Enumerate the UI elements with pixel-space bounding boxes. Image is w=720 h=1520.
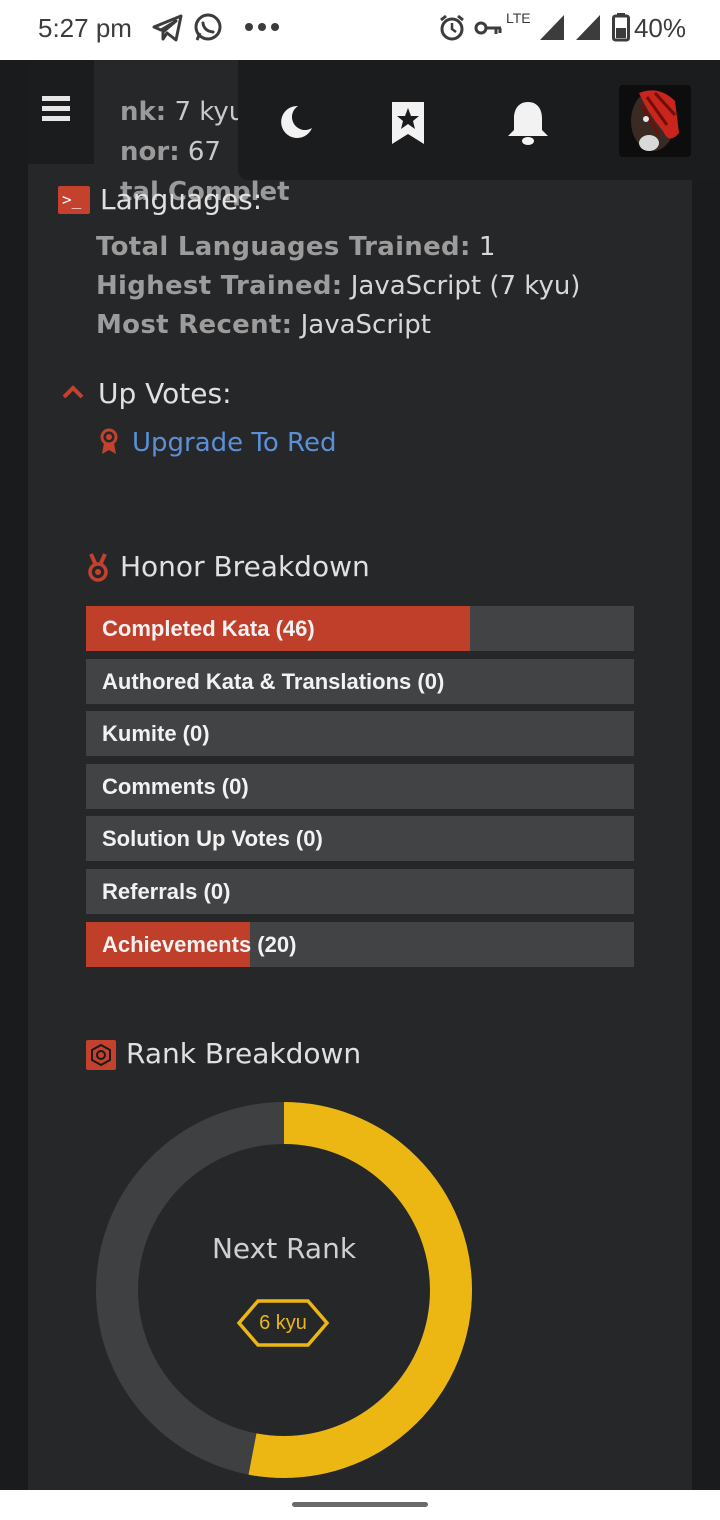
network-type: LTE xyxy=(506,10,531,26)
battery-percentage: 40% xyxy=(633,13,686,43)
honor-label: nor: xyxy=(120,137,180,167)
honor-bar: Comments (0) xyxy=(86,763,634,809)
total-languages-label: Total Languages Trained: xyxy=(96,232,471,262)
more-notifications-icon xyxy=(245,23,279,31)
status-bar: 5:27 pm LTE 40% xyxy=(0,0,720,60)
hexagon-icon xyxy=(86,1040,116,1070)
rank-progress-donut xyxy=(96,1102,472,1478)
gesture-bar xyxy=(0,1490,720,1520)
battery-icon xyxy=(612,13,630,42)
avatar-image xyxy=(619,85,691,157)
whatsapp-icon xyxy=(194,13,222,41)
chevron-up-icon xyxy=(62,385,84,399)
languages-heading: Languages: xyxy=(100,183,263,216)
rank-breakdown-heading: Rank Breakdown xyxy=(126,1037,362,1070)
honor-value: 67 xyxy=(187,137,221,167)
menu-icon xyxy=(42,96,70,126)
terminal-icon: >_ xyxy=(58,186,90,214)
honor-bar-label: Authored Kata & Translations (0) xyxy=(102,668,445,694)
ribbon-icon xyxy=(100,428,118,454)
honor-bar: Referrals (0) xyxy=(86,868,634,914)
medal-icon xyxy=(88,553,108,582)
honor-bars: Completed Kata (46) Authored Kata & Trans… xyxy=(86,606,634,974)
total-languages-value: 1 xyxy=(478,232,496,262)
upvotes-heading: Up Votes: xyxy=(98,377,232,410)
moon-icon[interactable] xyxy=(276,102,316,142)
honor-bar-label: Achievements (20) xyxy=(102,931,297,957)
honor-bar: Completed Kata (46) xyxy=(86,606,634,651)
bookmark-star-icon[interactable] xyxy=(390,100,426,146)
most-recent-value: JavaScript xyxy=(300,310,431,340)
honor-bar: Authored Kata & Translations (0) xyxy=(86,658,634,704)
honor-bar-label: Solution Up Votes (0) xyxy=(102,826,323,852)
vpn-key-icon xyxy=(474,21,502,35)
signal-icon-2 xyxy=(576,15,600,40)
highest-trained-row: Highest Trained: JavaScript (7 kyu) xyxy=(96,271,580,301)
telegram-icon xyxy=(152,14,183,42)
highest-trained-label: Highest Trained: xyxy=(96,271,343,301)
menu-button[interactable] xyxy=(28,60,94,164)
honor-bar-label: Comments (0) xyxy=(102,773,249,799)
highest-trained-value: JavaScript (7 kyu) xyxy=(350,271,581,301)
honor-bar: Solution Up Votes (0) xyxy=(86,816,634,862)
next-rank-value: 6 kyu xyxy=(259,1312,307,1334)
honor-breakdown-heading: Honor Breakdown xyxy=(120,550,370,583)
honor-bar: Kumite (0) xyxy=(86,711,634,757)
top-nav xyxy=(238,60,720,180)
signal-icon xyxy=(540,15,564,40)
bell-icon[interactable] xyxy=(506,100,550,146)
avatar[interactable] xyxy=(619,85,691,157)
honor-bar-label: Completed Kata (46) xyxy=(102,616,315,641)
next-rank-label: Next Rank xyxy=(211,1232,357,1265)
upgrade-to-red-link[interactable]: Upgrade To Red xyxy=(132,428,336,458)
rank-value: 7 kyu xyxy=(174,97,246,127)
total-languages-row: Total Languages Trained: 1 xyxy=(96,232,495,262)
most-recent-label: Most Recent: xyxy=(96,310,293,340)
most-recent-row: Most Recent: JavaScript xyxy=(96,310,431,340)
rank-label: nk: xyxy=(120,97,167,127)
honor-bar: Achievements (20) xyxy=(86,921,634,967)
status-time: 5:27 pm xyxy=(38,13,132,43)
honor-bar-label: Referrals (0) xyxy=(102,878,231,904)
alarm-icon xyxy=(440,14,464,41)
home-indicator[interactable] xyxy=(292,1502,428,1507)
honor-bar-label: Kumite (0) xyxy=(102,721,210,747)
